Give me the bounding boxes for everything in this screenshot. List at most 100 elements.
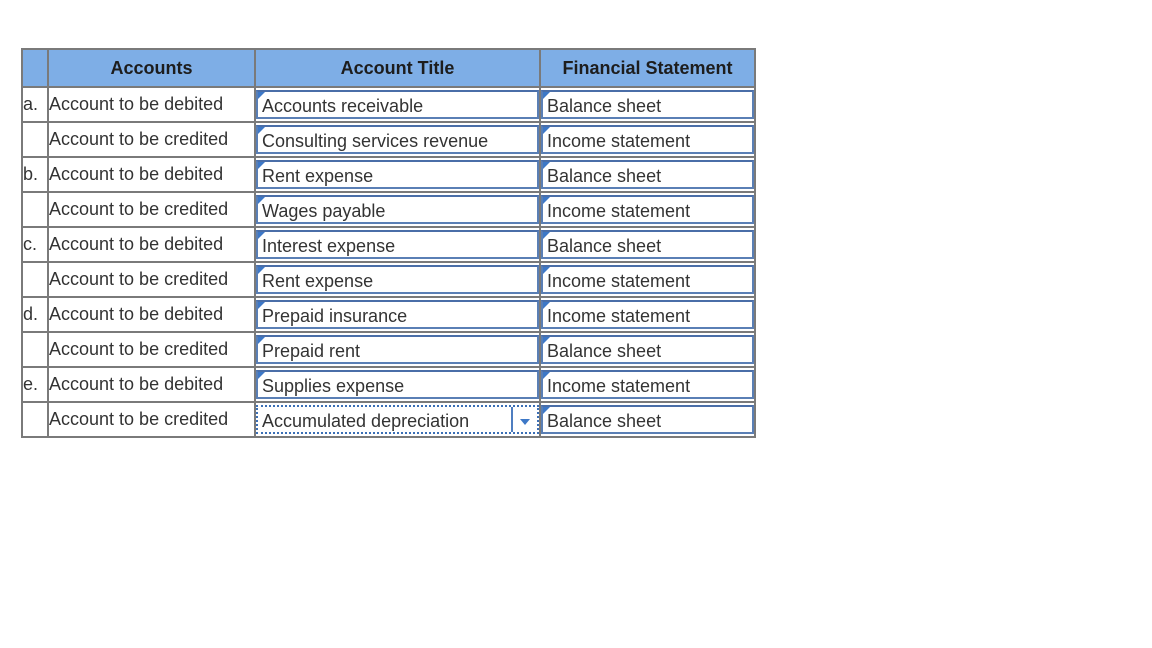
account-title-cell: Prepaid insurance bbox=[254, 296, 541, 333]
row-account-type: Account to be credited bbox=[47, 191, 256, 228]
account-title-select[interactable]: Supplies expense bbox=[256, 370, 539, 399]
row-account-type: Account to be credited bbox=[47, 331, 256, 368]
row-letter: b. bbox=[21, 156, 49, 193]
financial-statement-select[interactable]: Income statement bbox=[541, 125, 754, 154]
corner-flag-icon bbox=[543, 337, 550, 344]
row-letter: d. bbox=[21, 296, 49, 333]
account-title-select[interactable]: Consulting services revenue bbox=[256, 125, 539, 154]
account-title-value: Accumulated depreciation bbox=[262, 411, 470, 431]
account-title-select[interactable]: Accounts receivable bbox=[256, 90, 539, 119]
account-title-select[interactable]: Rent expense bbox=[256, 160, 539, 189]
corner-flag-icon bbox=[258, 302, 265, 309]
row-letter bbox=[21, 401, 49, 438]
corner-flag-icon bbox=[543, 127, 550, 134]
table-row: Account to be credited Rent expense Inco… bbox=[21, 261, 756, 298]
header-accounts: Accounts bbox=[47, 48, 256, 88]
financial-statement-cell: Balance sheet bbox=[539, 401, 756, 438]
table-row: e. Account to be debited Supplies expens… bbox=[21, 366, 756, 403]
row-account-type: Account to be debited bbox=[47, 156, 256, 193]
financial-statement-cell: Income statement bbox=[539, 191, 756, 228]
financial-statement-cell: Income statement bbox=[539, 121, 756, 158]
corner-flag-icon bbox=[258, 232, 265, 239]
account-title-cell: Interest expense bbox=[254, 226, 541, 263]
table-row: a. Account to be debited Accounts receiv… bbox=[21, 86, 756, 123]
financial-statement-value: Balance sheet bbox=[547, 411, 662, 431]
financial-statement-cell: Balance sheet bbox=[539, 156, 756, 193]
row-letter bbox=[21, 261, 49, 298]
financial-statement-cell: Balance sheet bbox=[539, 331, 756, 368]
financial-statement-value: Balance sheet bbox=[547, 341, 662, 361]
account-title-value: Prepaid insurance bbox=[262, 306, 408, 326]
financial-statement-select[interactable]: Balance sheet bbox=[541, 335, 754, 364]
financial-statement-value: Balance sheet bbox=[547, 96, 662, 116]
header-letter bbox=[21, 48, 49, 88]
account-title-value: Supplies expense bbox=[262, 376, 405, 396]
corner-flag-icon bbox=[258, 127, 265, 134]
row-letter: c. bbox=[21, 226, 49, 263]
account-title-select[interactable]: Prepaid rent bbox=[256, 335, 539, 364]
financial-statement-value: Income statement bbox=[547, 306, 691, 326]
account-title-cell: Consulting services revenue bbox=[254, 121, 541, 158]
table-row: Account to be credited Accumulated depre… bbox=[21, 401, 756, 438]
financial-statement-value: Income statement bbox=[547, 376, 691, 396]
account-title-cell: Accumulated depreciation bbox=[254, 401, 541, 438]
financial-statement-select[interactable]: Income statement bbox=[541, 265, 754, 294]
account-title-value: Wages payable bbox=[262, 201, 386, 221]
financial-statement-value: Balance sheet bbox=[547, 236, 662, 256]
corner-flag-icon bbox=[543, 92, 550, 99]
account-title-cell: Supplies expense bbox=[254, 366, 541, 403]
row-letter bbox=[21, 191, 49, 228]
financial-statement-cell: Balance sheet bbox=[539, 226, 756, 263]
corner-flag-icon bbox=[258, 92, 265, 99]
row-account-type: Account to be credited bbox=[47, 121, 256, 158]
account-title-value: Interest expense bbox=[262, 236, 396, 256]
financial-statement-select[interactable]: Balance sheet bbox=[541, 160, 754, 189]
financial-statement-select[interactable]: Balance sheet bbox=[541, 405, 754, 434]
row-account-type: Account to be credited bbox=[47, 261, 256, 298]
financial-statement-select[interactable]: Income statement bbox=[541, 370, 754, 399]
financial-statement-select[interactable]: Balance sheet bbox=[541, 90, 754, 119]
row-account-type: Account to be debited bbox=[47, 86, 256, 123]
dropdown-toggle-button[interactable] bbox=[511, 407, 537, 432]
table-row: Account to be credited Prepaid rent Bala… bbox=[21, 331, 756, 368]
account-title-select[interactable]: Interest expense bbox=[256, 230, 539, 259]
row-account-type: Account to be credited bbox=[47, 401, 256, 438]
financial-statement-value: Income statement bbox=[547, 201, 691, 221]
accounts-table: Accounts Account Title Financial Stateme… bbox=[21, 48, 756, 438]
financial-statement-select[interactable]: Income statement bbox=[541, 300, 754, 329]
row-letter bbox=[21, 331, 49, 368]
account-title-select[interactable]: Wages payable bbox=[256, 195, 539, 224]
account-title-select[interactable]: Rent expense bbox=[256, 265, 539, 294]
financial-statement-select[interactable]: Income statement bbox=[541, 195, 754, 224]
header-financial-statement: Financial Statement bbox=[539, 48, 756, 88]
account-title-select[interactable]: Accumulated depreciation bbox=[256, 405, 539, 434]
financial-statement-cell: Income statement bbox=[539, 366, 756, 403]
account-title-value: Accounts receivable bbox=[262, 96, 424, 116]
account-title-cell: Rent expense bbox=[254, 261, 541, 298]
account-title-cell: Wages payable bbox=[254, 191, 541, 228]
row-account-type: Account to be debited bbox=[47, 366, 256, 403]
table-body: a. Account to be debited Accounts receiv… bbox=[21, 86, 756, 438]
account-title-select[interactable]: Prepaid insurance bbox=[256, 300, 539, 329]
account-title-cell: Prepaid rent bbox=[254, 331, 541, 368]
row-account-type: Account to be debited bbox=[47, 226, 256, 263]
financial-statement-select[interactable]: Balance sheet bbox=[541, 230, 754, 259]
account-title-value: Prepaid rent bbox=[262, 341, 361, 361]
row-letter: e. bbox=[21, 366, 49, 403]
header-account-title: Account Title bbox=[254, 48, 541, 88]
row-account-type: Account to be debited bbox=[47, 296, 256, 333]
table-row: c. Account to be debited Interest expens… bbox=[21, 226, 756, 263]
corner-flag-icon bbox=[543, 372, 550, 379]
corner-flag-icon bbox=[258, 197, 265, 204]
corner-flag-icon bbox=[258, 267, 265, 274]
financial-statement-value: Income statement bbox=[547, 271, 691, 291]
account-title-value: Consulting services revenue bbox=[262, 131, 489, 151]
row-letter: a. bbox=[21, 86, 49, 123]
corner-flag-icon bbox=[543, 302, 550, 309]
table-row: Account to be credited Consulting servic… bbox=[21, 121, 756, 158]
financial-statement-value: Balance sheet bbox=[547, 166, 662, 186]
table-row: b. Account to be debited Rent expense Ba… bbox=[21, 156, 756, 193]
account-title-value: Rent expense bbox=[262, 166, 374, 186]
corner-flag-icon bbox=[258, 337, 265, 344]
table-header-row: Accounts Account Title Financial Stateme… bbox=[21, 48, 756, 88]
